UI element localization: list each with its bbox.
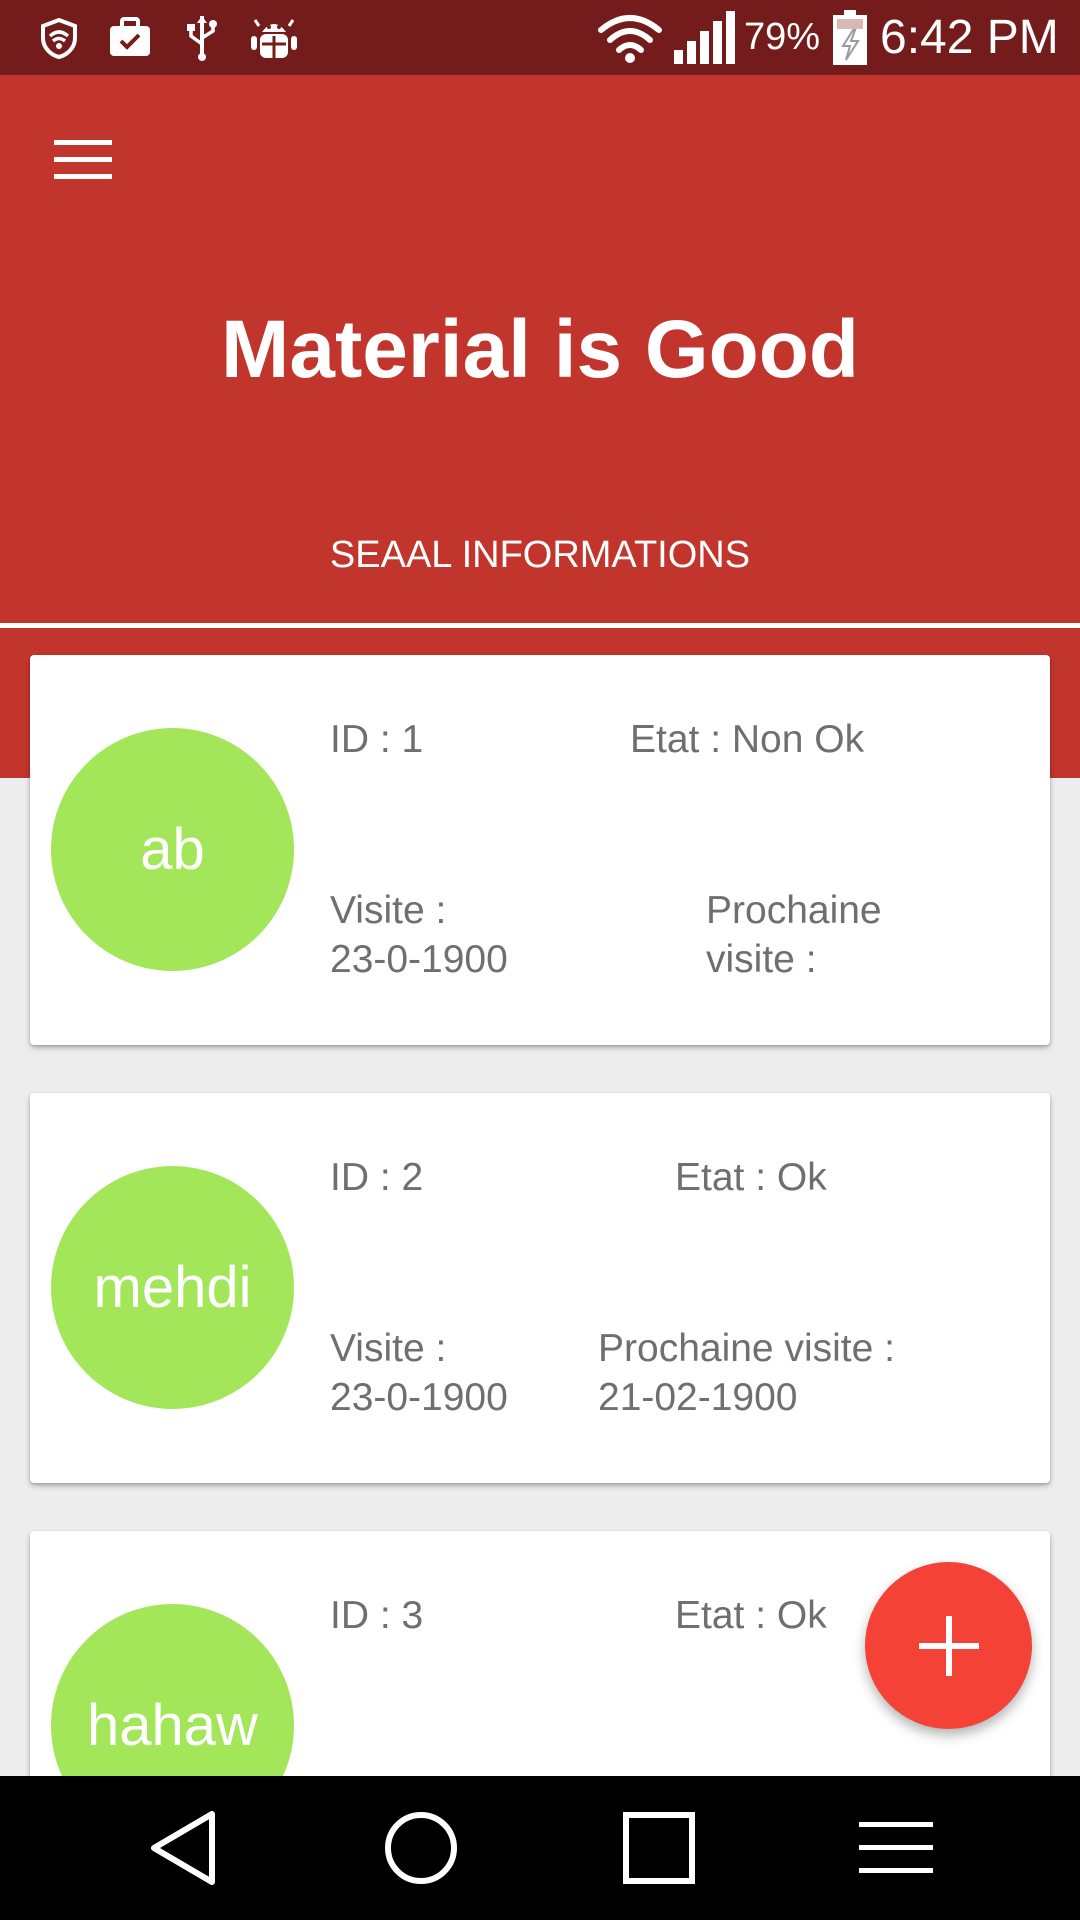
app-title: Material is Good [221, 304, 859, 395]
back-icon[interactable] [134, 1798, 234, 1898]
shield-wifi-icon [35, 10, 83, 65]
recents-icon[interactable] [609, 1798, 709, 1898]
visite-date: 23-0-1900 [330, 1376, 508, 1419]
clock: 6:42 PM [880, 11, 1059, 64]
list-item-card[interactable]: ab ID : 1 Etat : Non Ok Visite : 23-0-19… [30, 655, 1050, 1045]
etat-text: Etat : Ok [675, 1156, 827, 1199]
plus-icon [917, 1614, 981, 1678]
prochaine-visite-label: Prochaine visite : [598, 1327, 895, 1370]
battery-percent: 79% [744, 16, 821, 58]
id-text: ID : 3 [330, 1594, 424, 1637]
signal-icon [672, 10, 736, 65]
etat-text: Etat : Ok [675, 1594, 827, 1637]
home-icon[interactable] [371, 1798, 471, 1898]
visite-label: Visite : [330, 889, 447, 932]
battery-charging-icon [830, 9, 870, 65]
id-text: ID : 2 [330, 1156, 424, 1199]
visite-date: 23-0-1900 [330, 938, 508, 981]
prochaine-visite-label: Prochaine [706, 889, 882, 932]
tab-seaal-informations[interactable]: SEAAL INFORMATIONS [0, 520, 1080, 590]
prochaine-visite-value: 21-02-1900 [598, 1376, 798, 1419]
etat-text: Etat : Non Ok [630, 718, 865, 761]
briefcase-check-icon [106, 10, 154, 65]
prochaine-visite-value: visite : [706, 938, 817, 981]
menu-icon[interactable] [846, 1798, 946, 1898]
android-debug-icon [248, 10, 300, 65]
status-bar: 79% 6:42 PM [0, 0, 1080, 75]
add-fab-button[interactable] [865, 1562, 1032, 1729]
hamburger-menu-icon[interactable] [45, 130, 121, 190]
id-text: ID : 1 [330, 718, 424, 761]
visite-label: Visite : [330, 1327, 447, 1370]
navigation-bar [0, 1776, 1080, 1920]
avatar: mehdi [51, 1166, 294, 1409]
screen: 79% 6:42 PM Material is Good SEAAL INFOR… [0, 0, 1080, 1920]
list-item-card[interactable]: mehdi ID : 2 Etat : Ok Visite : 23-0-190… [30, 1093, 1050, 1483]
wifi-icon [596, 10, 664, 65]
avatar: ab [51, 728, 294, 971]
usb-icon [180, 10, 224, 65]
tab-indicator [0, 623, 1080, 628]
